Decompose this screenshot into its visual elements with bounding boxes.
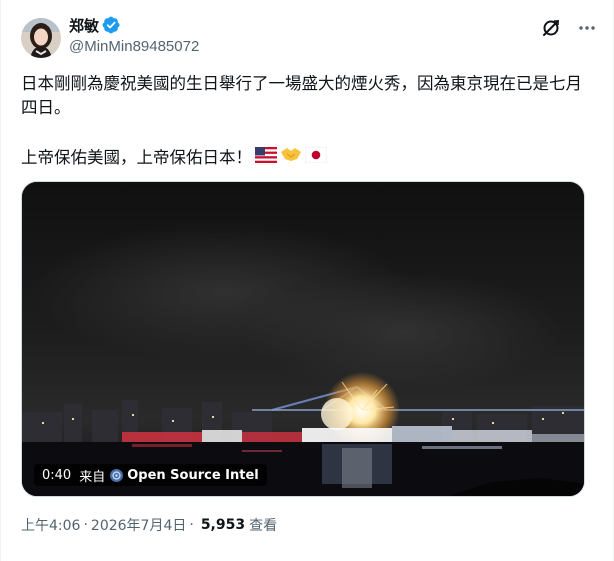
video-thumbnail [22, 182, 584, 496]
display-name-row: 郑敏 [69, 14, 199, 36]
grok-icon[interactable] [541, 18, 561, 38]
tweet-card: 郑敏 @MinMin89485072 日本剛剛為慶祝美國的生日舉行了一場盛大的煙… [0, 0, 614, 561]
meta-separator: · [83, 517, 88, 533]
tweet-time[interactable]: 上午4:06 [21, 515, 80, 535]
meta-separator: · [189, 517, 194, 533]
author-names: 郑敏 @MinMin89485072 [69, 14, 199, 56]
views-count: 5,953 [200, 517, 246, 533]
display-name[interactable]: 郑敏 [69, 15, 99, 36]
tweet-date[interactable]: 2026年7月4日 [91, 515, 186, 535]
video-duration: 0:40 [42, 467, 72, 483]
tweet-text-paragraph-2: 上帝保佑美國，上帝保佑日本！ [21, 145, 328, 170]
handshake-emoji [280, 145, 302, 170]
video-player[interactable]: 0:40 来自 Open Source Intel [21, 181, 585, 497]
video-from-label: 来自 [79, 469, 106, 485]
tweet-meta: 上午4:06 · 2026年7月4日 · 5,953 查看 [21, 515, 277, 535]
us-flag-emoji [255, 146, 277, 170]
source-avatar-icon [110, 468, 124, 482]
views-label: 查看 [249, 518, 278, 534]
more-icon[interactable] [577, 18, 597, 38]
tweet-text: 日本剛剛為慶祝美國的生日舉行了一場盛大的煙火秀，因為東京現在已是七月四日。 [21, 74, 582, 117]
header-actions [541, 18, 597, 38]
tweet-text-line: 上帝保佑美國，上帝保佑日本！ [21, 147, 252, 167]
handle[interactable]: @MinMin89485072 [69, 38, 199, 55]
video-info-overlay: 0:40 来自 Open Source Intel [34, 464, 267, 486]
tweet-header: 郑敏 @MinMin89485072 [21, 14, 599, 62]
avatar[interactable] [21, 18, 61, 58]
verified-badge-icon [102, 16, 120, 34]
video-source-link[interactable]: Open Source Intel [127, 468, 259, 483]
japan-flag-emoji [304, 146, 328, 170]
